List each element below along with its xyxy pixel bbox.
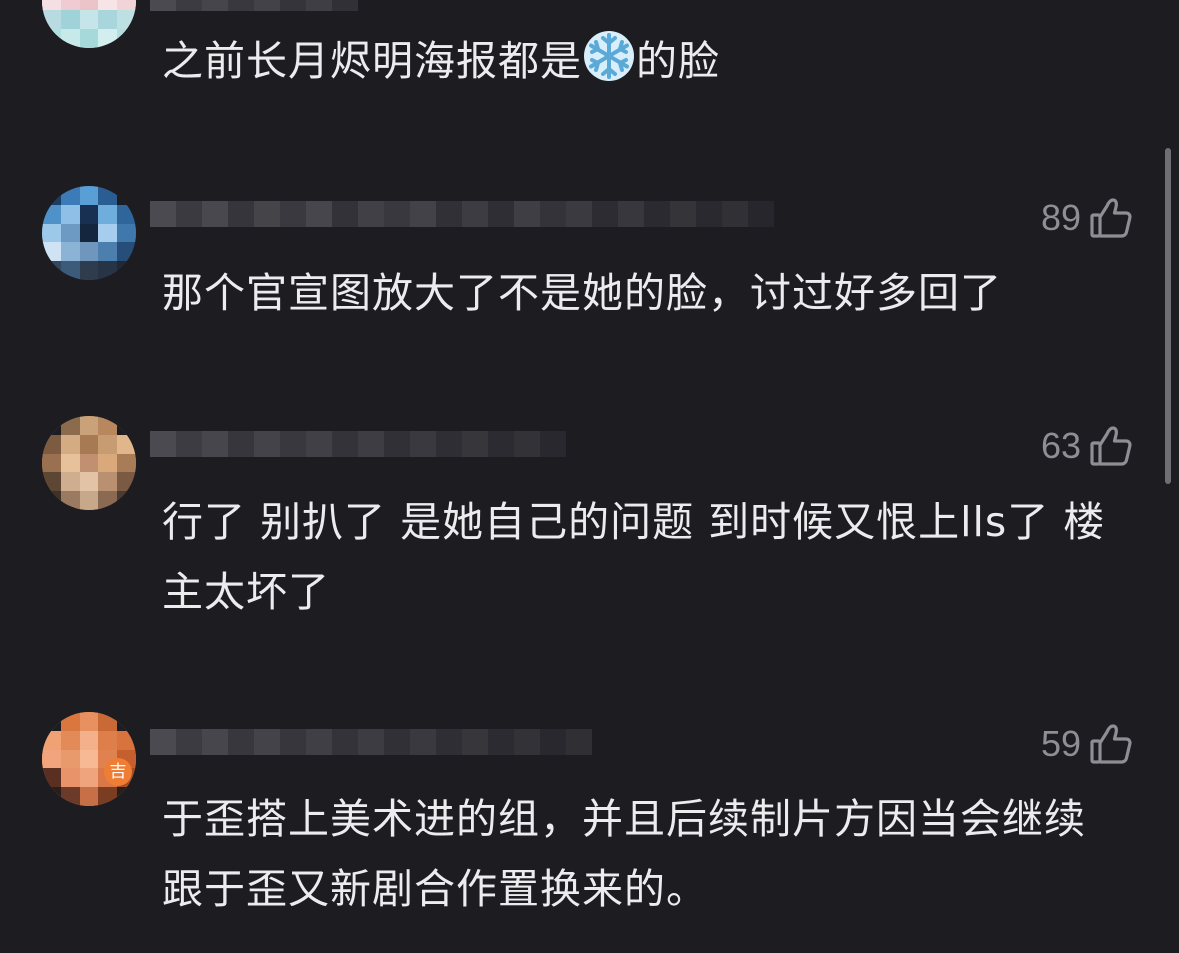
like-count: 89 — [1040, 197, 1081, 238]
like-control[interactable]: 63 — [1041, 424, 1133, 468]
thumbs-up-icon[interactable] — [1089, 196, 1133, 240]
avatar[interactable] — [42, 0, 136, 48]
comment-text-part: 之前长月烬明海报都是 — [162, 37, 582, 85]
avatar-badge: 吉 — [104, 758, 132, 786]
snowflake-icon — [584, 31, 634, 81]
username-blurred[interactable] — [150, 424, 566, 464]
thumbs-up-icon[interactable] — [1089, 424, 1133, 468]
avatar[interactable] — [42, 416, 136, 510]
avatar[interactable] — [42, 186, 136, 280]
comment-text-part: 的脸 — [636, 37, 720, 85]
like-control[interactable]: 59 — [1041, 722, 1133, 766]
username-blurred[interactable] — [150, 722, 592, 762]
like-control[interactable]: 89 — [1041, 196, 1133, 240]
username-blurred[interactable] — [150, 194, 774, 234]
comment-text: 行了 别扒了 是她自己的问题 到时候又恨上lls了 楼主太坏了 — [162, 498, 1106, 616]
comment-text: 之前长月烬明海报都是 的脸 — [162, 26, 1122, 96]
like-count: 59 — [1040, 723, 1081, 764]
scrollbar[interactable] — [1165, 148, 1171, 484]
username-blurred[interactable] — [150, 0, 358, 18]
thumbs-up-icon[interactable] — [1089, 722, 1133, 766]
like-count: 63 — [1040, 425, 1081, 466]
comment-text: 那个官宣图放大了不是她的脸，讨过好多回了 — [162, 269, 1002, 317]
comment-text: 于歪搭上美术进的组，并且后续制片方因当会继续跟于歪又新剧合作置换来的。 — [162, 795, 1086, 913]
